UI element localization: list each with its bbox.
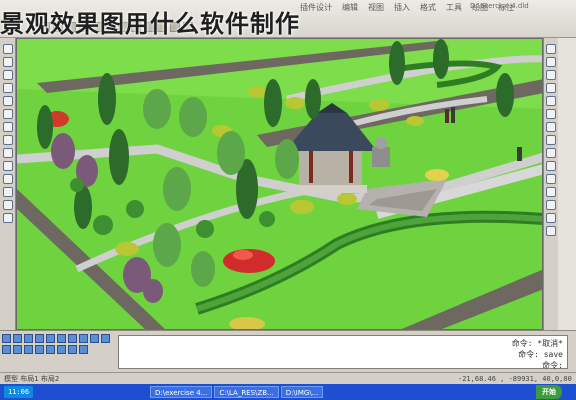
snap-toolbar [2,334,112,354]
offset-icon[interactable] [545,83,556,93]
menu-item[interactable]: 编辑 [342,2,358,13]
snap-extension-icon[interactable] [68,334,77,343]
snap-node-icon[interactable] [35,334,44,343]
command-area: 命令: *取消* 命令: save 命令: [0,330,576,372]
clock: 11:06 [4,386,34,398]
snap-tangent-icon[interactable] [101,334,110,343]
explode-icon[interactable] [545,226,556,236]
lineweight-icon[interactable] [68,345,77,354]
rectangle-icon[interactable] [2,96,13,106]
trim-icon[interactable] [545,161,556,171]
snap-midpoint-icon[interactable] [13,334,22,343]
snap-insert-icon[interactable] [79,334,88,343]
line-icon[interactable] [2,44,13,54]
grid-icon[interactable] [57,345,66,354]
menu-item[interactable]: 工具 [446,2,462,13]
copy-icon[interactable] [545,57,556,67]
circle-icon[interactable] [2,70,13,80]
osnap-settings-icon[interactable] [24,345,33,354]
ellipse-icon[interactable] [2,135,13,145]
menu-item[interactable]: 插入 [394,2,410,13]
snap-center-icon[interactable] [24,334,33,343]
polyline-icon[interactable] [2,57,13,67]
drawing-viewport[interactable] [16,38,543,330]
status-bar: 模型 布局1 布局2 -21,68.46 , -89931, 40,0,00 [0,372,576,384]
table-icon[interactable] [2,213,13,223]
extend-icon[interactable] [545,174,556,184]
move-icon[interactable] [545,109,556,119]
point-icon[interactable] [2,200,13,210]
region-icon[interactable] [2,174,13,184]
start-button[interactable]: 开始 [536,385,562,399]
text-icon[interactable] [2,187,13,197]
menu-item[interactable]: 视图 [368,2,384,13]
snap-nearest-icon[interactable] [2,345,11,354]
polar-icon[interactable] [46,345,55,354]
break-icon[interactable] [545,187,556,197]
modify-toolbar [543,38,557,330]
panel-strip [558,38,576,330]
snap-intersection-icon[interactable] [57,334,66,343]
fillet-icon[interactable] [545,213,556,223]
spline-icon[interactable] [2,122,13,132]
draw-toolbar [0,38,16,330]
taskbar-item[interactable]: C:\LA_RES\ZB... [214,386,279,398]
erase-icon[interactable] [545,44,556,54]
layout-tabs[interactable]: 模型 布局1 布局2 [4,374,59,384]
snap-endpoint-icon[interactable] [2,334,11,343]
rotate-icon[interactable] [545,122,556,132]
windows-taskbar: 11:06 D:\exercise 4... C:\LA_RES\ZB... D… [0,384,576,400]
mirror-icon[interactable] [545,70,556,80]
snap-perpendicular-icon[interactable] [90,334,99,343]
taskbar-item[interactable]: D:\exercise 4... [150,386,213,398]
command-history-line: 命令: save [518,350,563,359]
model-icon[interactable] [79,345,88,354]
array-icon[interactable] [545,96,556,106]
command-history-line: 命令: *取消* [511,339,563,348]
taskbar-items: D:\exercise 4... C:\LA_RES\ZB... D:\IMG\… [150,386,324,398]
overlay-caption: 景观效果图用什么软件制作 [0,10,300,38]
scale-icon[interactable] [545,135,556,145]
command-prompt[interactable]: 命令: [123,360,563,371]
insert-block-icon[interactable] [2,148,13,158]
stretch-icon[interactable] [545,148,556,158]
arc-icon[interactable] [2,83,13,93]
polygon-icon[interactable] [2,109,13,119]
coordinate-readout: -21,68.46 , -89931, 40,0,00 [458,374,572,383]
snap-quadrant-icon[interactable] [46,334,55,343]
window-title: D:\exercise 4.dld [470,2,529,10]
menu-item[interactable]: 格式 [420,2,436,13]
ortho-icon[interactable] [35,345,44,354]
taskbar-item[interactable]: D:\IMG\... [280,386,324,398]
hatch-icon[interactable] [2,161,13,171]
snap-parallel-icon[interactable] [13,345,22,354]
command-line[interactable]: 命令: *取消* 命令: save 命令: [118,335,568,371]
chamfer-icon[interactable] [545,200,556,210]
cad-application-window: 插件设计 编辑 视图 插入 格式 工具 绘图 标注 D:\exercise 4.… [0,0,576,400]
menu-item[interactable]: 插件设计 [300,2,332,13]
